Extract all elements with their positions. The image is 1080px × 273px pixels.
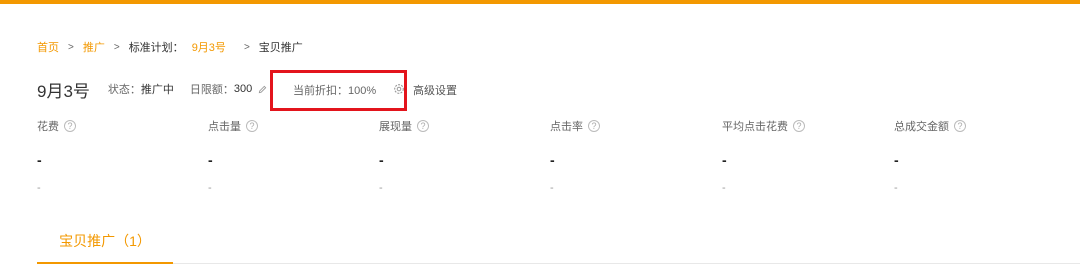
metric-avg-cpc: 平均点击花费? - - [722,118,892,198]
help-icon[interactable]: ? [588,120,600,132]
breadcrumb: 首页 > 推广 > 标准计划： 9月3号 > 宝贝推广 [37,39,303,55]
help-icon[interactable]: ? [246,120,258,132]
metric-compare: - [37,182,41,194]
metric-compare: - [894,182,898,194]
metric-label: 点击量 [208,121,241,133]
metric-impressions: 展现量? - - [379,118,549,198]
status-value: 推广中 [140,84,174,96]
metric-compare: - [379,182,383,194]
breadcrumb-plan-link[interactable]: 9月3号 [192,39,226,55]
metric-compare: - [550,182,554,194]
metric-total-gmv: 总成交金额? - - [894,118,1064,198]
breadcrumb-separator: > [68,41,74,53]
metric-label: 点击率 [550,121,583,133]
metrics-panel: 花费? - - 点击量? - - 展现量? - - 点击率? - - 平均点击花… [37,118,1047,198]
plan-title: 9月3号 [37,81,90,101]
advanced-settings-link[interactable]: 高级设置 [413,82,457,98]
help-icon[interactable]: ? [417,120,429,132]
help-icon[interactable]: ? [793,120,805,132]
plan-status: 状态：推广中 [108,81,174,97]
daily-limit: 日限额： 300 [190,81,267,97]
metric-cost: 花费? - - [37,118,207,198]
metric-compare: - [208,182,212,194]
breadcrumb-promotion-link[interactable]: 推广 [83,39,105,55]
metric-label: 总成交金额 [894,121,949,133]
tab-item-promotion[interactable]: 宝贝推广（1） [37,220,173,264]
discount-label: 当前折扣： [293,85,348,97]
metric-compare: - [722,182,726,194]
breadcrumb-current: 宝贝推广 [258,42,303,54]
current-discount: 当前折扣：100% [293,82,376,98]
help-icon[interactable]: ? [954,120,966,132]
metric-label: 花费 [37,121,59,133]
metric-value: - [208,152,213,168]
plan-header: 9月3号 状态：推广中 日限额： 300 [37,76,267,102]
pencil-icon[interactable] [258,85,267,94]
metric-value: - [37,152,42,168]
metric-value: - [379,152,384,168]
breadcrumb-home-link[interactable]: 首页 [37,39,59,55]
limit-label: 日限额： [189,84,234,96]
metric-clicks: 点击量? - - [208,118,378,198]
limit-value: 300 [233,83,253,95]
metric-ctr: 点击率? - - [550,118,720,198]
discount-value: 100% [348,85,377,97]
metric-value: - [894,152,899,168]
tab-bar: 宝贝推广（1） [37,220,1080,264]
status-label: 状态： [107,84,141,96]
breadcrumb-separator: > [113,41,120,53]
metric-value: - [550,152,555,168]
breadcrumb-separator: > [243,41,250,53]
breadcrumb-plan-label: 标准计划： [128,42,184,54]
gear-icon[interactable] [393,83,405,95]
help-icon[interactable]: ? [64,120,76,132]
top-accent-bar [0,0,1080,4]
metric-label: 展现量 [379,121,412,133]
metric-value: - [722,152,727,168]
metric-label: 平均点击花费 [722,121,788,133]
